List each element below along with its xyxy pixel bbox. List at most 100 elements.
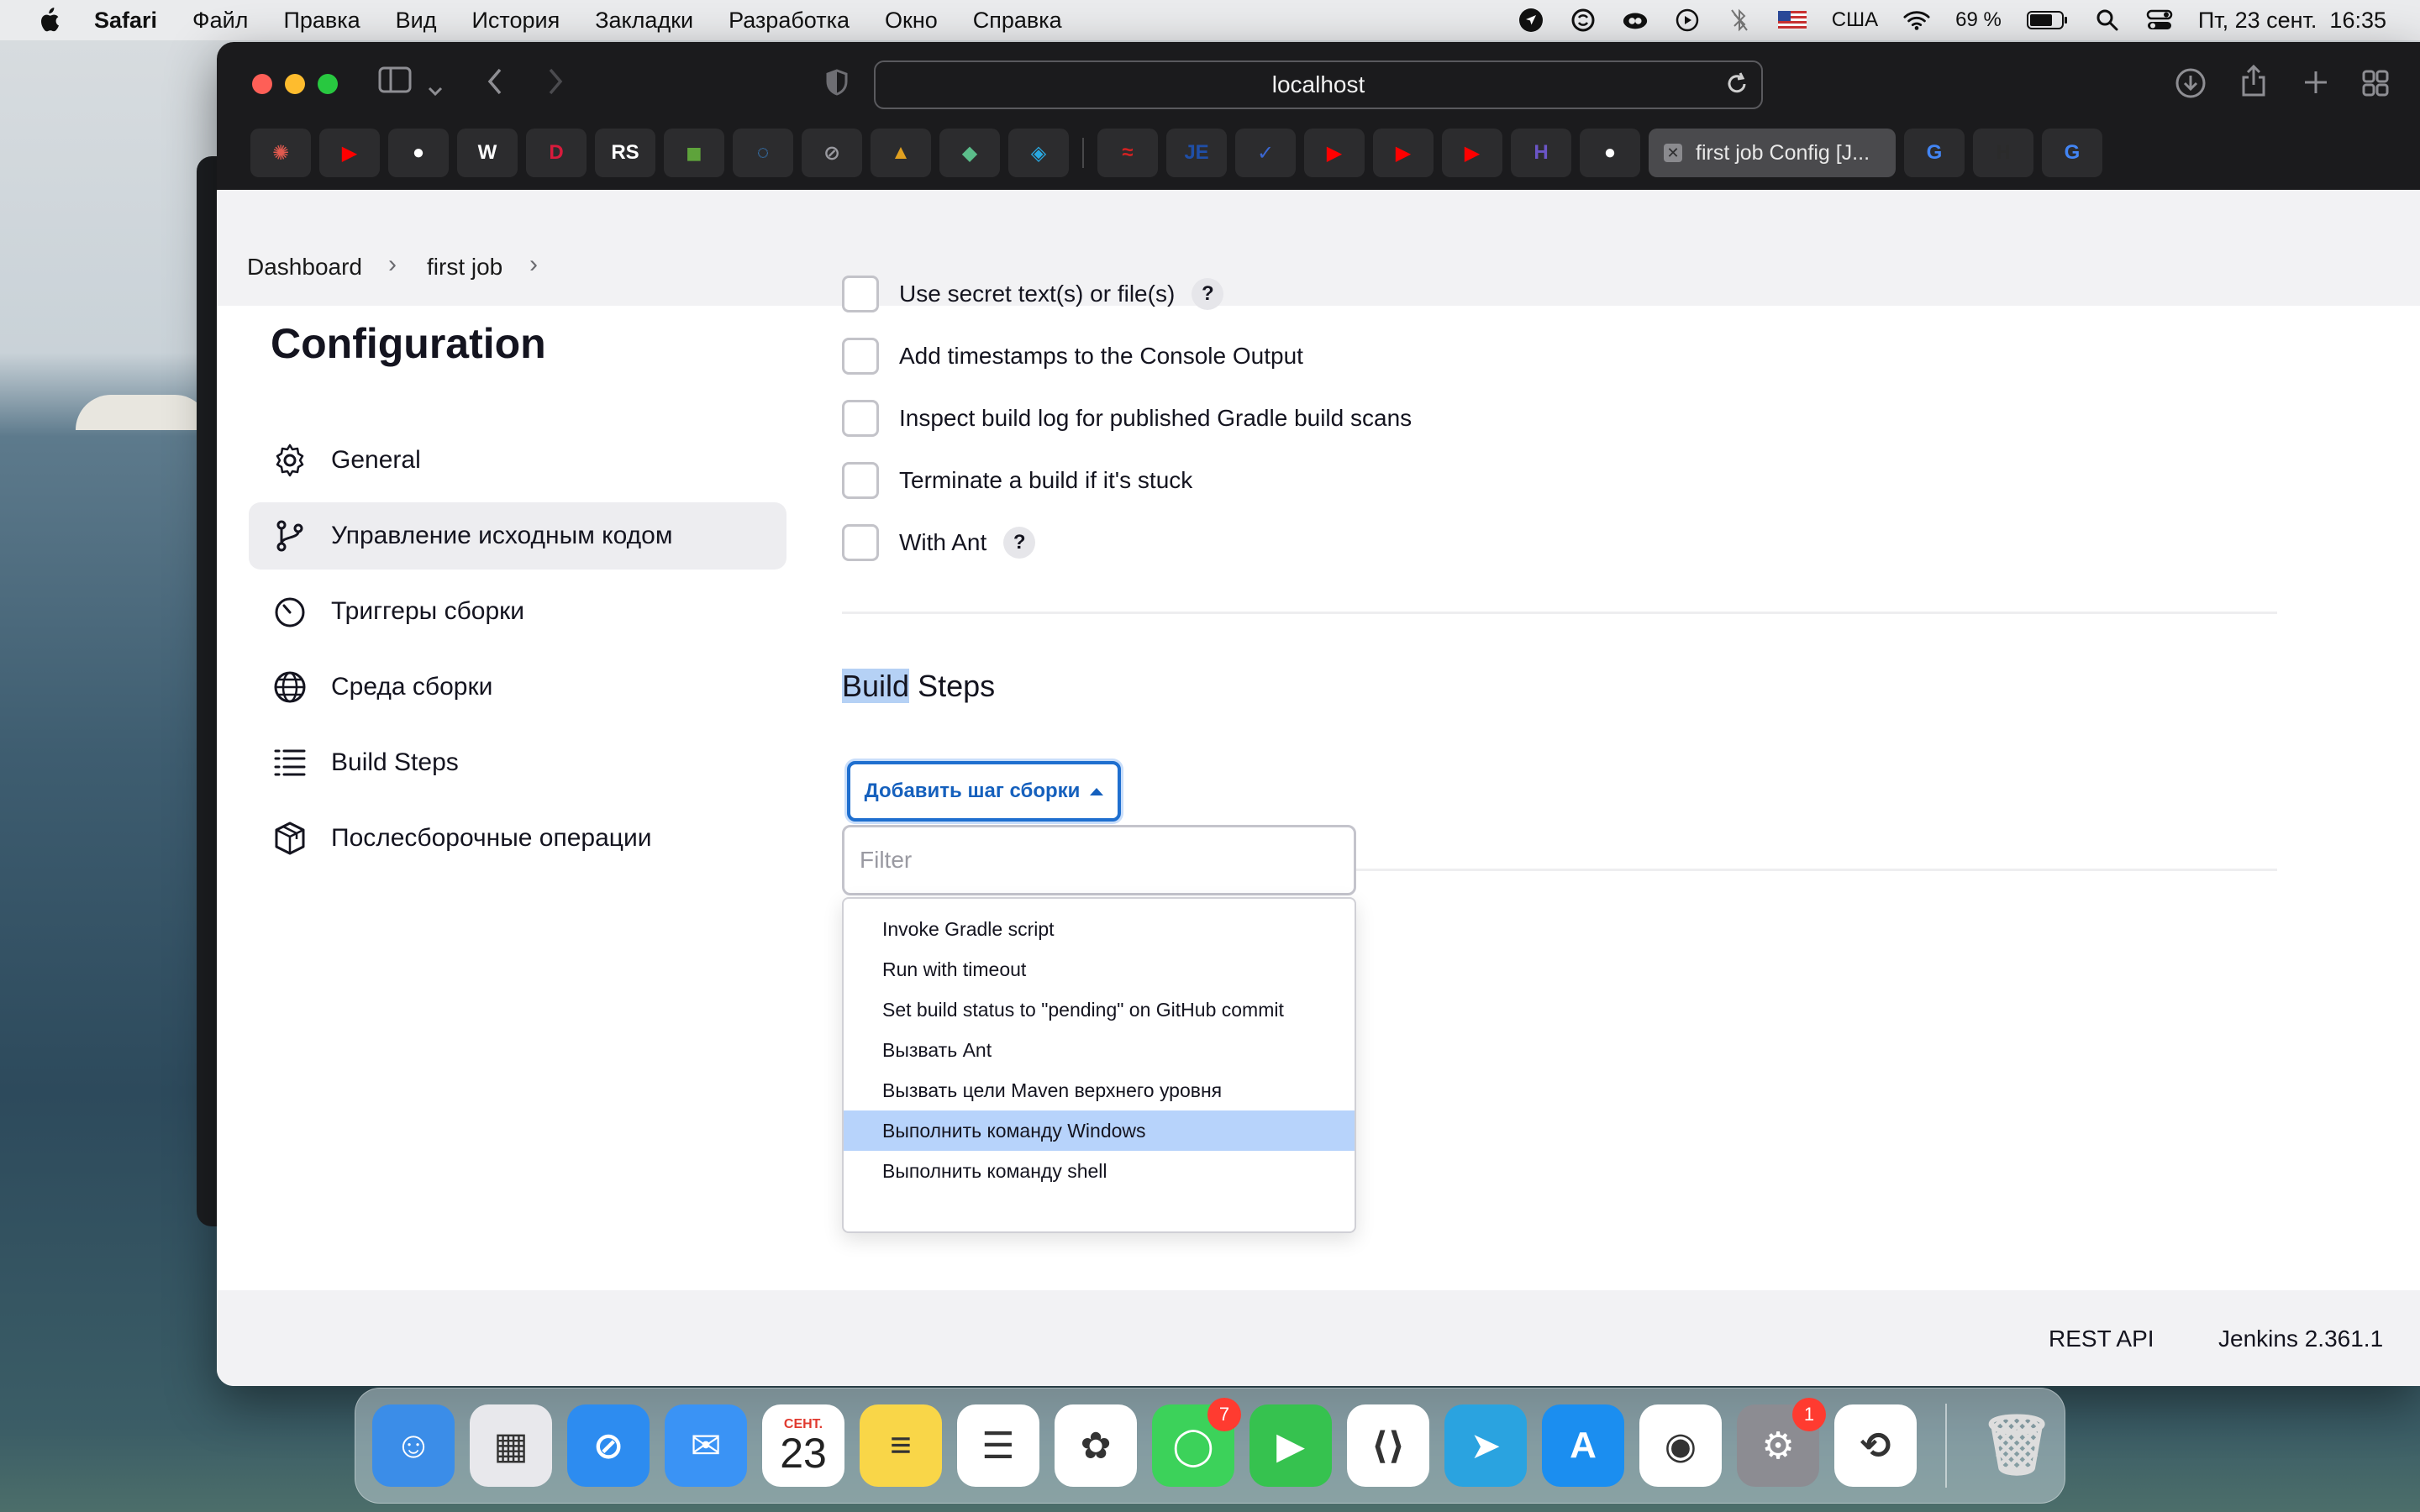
pinned-tab[interactable]: ◈ xyxy=(1008,129,1069,177)
pinned-tab[interactable]: ▶ xyxy=(1304,129,1365,177)
menu-develop[interactable]: Разработка xyxy=(729,8,850,34)
calendar-icon[interactable]: СЕНТ. 23 xyxy=(762,1404,844,1487)
minimize-window-button[interactable] xyxy=(285,74,305,94)
zoom-window-button[interactable] xyxy=(318,74,338,94)
checkbox-label[interactable]: Terminate a build if it's stuck xyxy=(899,467,1192,494)
play-circle-icon[interactable] xyxy=(1674,7,1701,34)
checkbox-label[interactable]: Use secret text(s) or file(s) xyxy=(899,281,1175,307)
tab-active[interactable]: ✕ first job Config [J... xyxy=(1649,129,1896,177)
battery-icon[interactable] xyxy=(2026,7,2069,34)
search-icon[interactable] xyxy=(2094,7,2121,34)
menu-app-name[interactable]: Safari xyxy=(94,8,157,34)
checkbox-label[interactable]: With Ant xyxy=(899,529,986,556)
pinned-tab[interactable]: ● xyxy=(388,129,449,177)
pinned-tab[interactable]: G xyxy=(1904,129,1965,177)
checkbox-label[interactable]: Inspect build log for published Gradle b… xyxy=(899,405,1412,432)
sidebar-item-build-steps[interactable]: Build Steps xyxy=(249,729,786,796)
sync-icon[interactable]: ⟲ xyxy=(1834,1404,1917,1487)
pinned-tab[interactable]: ● xyxy=(1580,129,1640,177)
messages-icon[interactable]: ◯ 7 xyxy=(1152,1398,1241,1487)
us-flag-icon[interactable] xyxy=(1777,11,1807,29)
checkbox[interactable] xyxy=(842,524,879,561)
telegram-icon[interactable]: ➤ xyxy=(1444,1404,1527,1487)
appstore-icon[interactable]: A xyxy=(1542,1404,1624,1487)
share-icon[interactable] xyxy=(2240,64,2267,102)
new-tab-icon[interactable] xyxy=(2302,69,2329,101)
creative-cloud-icon[interactable] xyxy=(1622,7,1649,34)
reminders-icon[interactable]: ☰ xyxy=(957,1404,1039,1487)
chevron-right-icon[interactable]: › xyxy=(529,250,538,279)
pinned-tab[interactable]: ◆ xyxy=(939,129,1000,177)
filter-input[interactable] xyxy=(842,825,1356,895)
tab-overview-icon[interactable] xyxy=(2361,69,2390,102)
sidebar-item-post-build[interactable]: Послесборочные операции xyxy=(249,805,786,872)
sidebar-item-triggers[interactable]: Триггеры сборки xyxy=(249,578,786,645)
option-invoke-gradle[interactable]: Invoke Gradle script xyxy=(844,909,1355,949)
vscode-icon[interactable]: ⟨⟩ xyxy=(1347,1404,1429,1487)
rest-api-link[interactable]: REST API xyxy=(2049,1326,2154,1352)
sidebar-toggle-icon[interactable] xyxy=(378,66,412,99)
bluetooth-off-icon[interactable] xyxy=(1726,7,1753,34)
menu-history[interactable]: История xyxy=(472,8,560,34)
pinned-tab[interactable]: H xyxy=(1973,129,2033,177)
jenkins-version-link[interactable]: Jenkins 2.361.1 xyxy=(2218,1326,2383,1352)
sidebar-item-general[interactable]: General xyxy=(249,427,786,494)
sidebar-item-environment[interactable]: Среда сборки xyxy=(249,654,786,721)
option-invoke-maven[interactable]: Вызвать цели Maven верхнего уровня xyxy=(844,1070,1355,1110)
chevron-down-icon[interactable] xyxy=(427,74,444,102)
breadcrumb-dashboard[interactable]: Dashboard xyxy=(247,254,362,281)
address-bar[interactable]: localhost xyxy=(874,60,1763,109)
menu-view[interactable]: Вид xyxy=(396,8,437,34)
facetime-icon[interactable]: ▶ xyxy=(1249,1404,1332,1487)
checkbox[interactable] xyxy=(842,462,879,499)
option-shell-command[interactable]: Выполнить команду shell xyxy=(844,1151,1355,1191)
menu-help[interactable]: Справка xyxy=(973,8,1062,34)
pinned-tab[interactable]: ▶ xyxy=(1373,129,1434,177)
location-arrow-icon[interactable] xyxy=(1518,7,1544,34)
pinned-tab[interactable]: W xyxy=(457,129,518,177)
pinned-tab[interactable]: ◼ xyxy=(664,129,724,177)
notes-icon[interactable]: ≡ xyxy=(860,1404,942,1487)
help-icon[interactable]: ? xyxy=(1003,527,1036,559)
option-run-with-timeout[interactable]: Run with timeout xyxy=(844,949,1355,990)
privacy-shield-icon[interactable] xyxy=(825,69,849,101)
close-window-button[interactable] xyxy=(252,74,272,94)
back-icon[interactable] xyxy=(486,67,504,101)
trash-icon[interactable]: 🗑 xyxy=(1975,1404,2058,1487)
breadcrumb-first-job[interactable]: first job xyxy=(427,254,502,281)
keyboard-layout[interactable]: США xyxy=(1832,8,1878,32)
add-build-step-button[interactable]: Добавить шаг сборки xyxy=(847,761,1121,822)
help-icon[interactable]: ? xyxy=(1192,278,1224,310)
checkbox[interactable] xyxy=(842,338,879,375)
checkbox[interactable] xyxy=(842,276,879,312)
pinned-tab[interactable]: ▲ xyxy=(871,129,931,177)
forward-icon[interactable] xyxy=(546,67,565,101)
pinned-tab[interactable]: ◌ xyxy=(733,129,793,177)
photos-icon[interactable]: ✿ xyxy=(1055,1404,1137,1487)
pinned-tab[interactable]: G xyxy=(2042,129,2102,177)
menu-file[interactable]: Файл xyxy=(192,8,248,34)
close-tab-icon[interactable]: ✕ xyxy=(1664,144,1682,162)
pinned-tab[interactable]: ≈ xyxy=(1097,129,1158,177)
pinned-tab[interactable]: ⊘ xyxy=(802,129,862,177)
chrome-icon[interactable]: ◉ xyxy=(1639,1404,1722,1487)
reload-icon[interactable] xyxy=(1724,71,1749,104)
safari-icon[interactable]: ⊘ xyxy=(567,1404,650,1487)
menu-bookmarks[interactable]: Закладки xyxy=(595,8,693,34)
pinned-tab[interactable]: ▶ xyxy=(319,129,380,177)
menu-window[interactable]: Окно xyxy=(885,8,938,34)
option-set-build-status[interactable]: Set build status to "pending" on GitHub … xyxy=(844,990,1355,1030)
pinned-tab[interactable]: JE xyxy=(1166,129,1227,177)
pinned-tab[interactable]: ▶ xyxy=(1442,129,1502,177)
checkbox-label[interactable]: Add timestamps to the Console Output xyxy=(899,343,1303,370)
date-time[interactable]: Пт, 23 сент. 16:35 xyxy=(2198,8,2386,34)
checkbox[interactable] xyxy=(842,400,879,437)
apple-icon[interactable] xyxy=(37,8,60,33)
wifi-icon[interactable] xyxy=(1903,7,1930,34)
sidebar-item-scm[interactable]: Управление исходным кодом xyxy=(249,502,786,570)
menu-edit[interactable]: Правка xyxy=(283,8,360,34)
mail-icon[interactable]: ✉ xyxy=(665,1404,747,1487)
finder-icon[interactable]: ☺ xyxy=(372,1404,455,1487)
launchpad-icon[interactable]: ▦ xyxy=(470,1404,552,1487)
option-invoke-ant[interactable]: Вызвать Ant xyxy=(844,1030,1355,1070)
